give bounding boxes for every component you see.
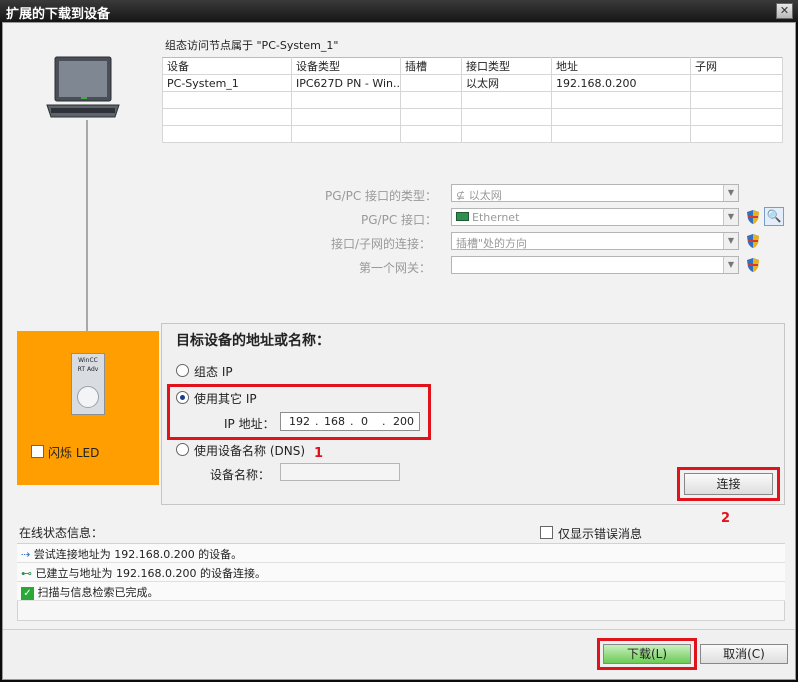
network-connected-icon: ⊷ bbox=[21, 567, 32, 580]
window-title: 扩展的下载到设备 bbox=[6, 7, 111, 22]
device-name-input[interactable] bbox=[280, 463, 400, 481]
download-button[interactable]: 下载(L) bbox=[603, 644, 691, 664]
target-device-panel: WinCC RT Adv 闪烁 LED bbox=[17, 331, 159, 485]
flash-led-label: 闪烁 LED bbox=[48, 446, 100, 460]
ethernet-port-icon: ⊈ bbox=[456, 189, 469, 202]
table-cell: 192.168.0.200 bbox=[551, 74, 691, 92]
config-ip-label: 组态 IP bbox=[194, 365, 233, 379]
dns-label: 使用设备名称 (DNS) bbox=[194, 444, 306, 458]
shield-icon[interactable] bbox=[745, 257, 761, 273]
list-item[interactable]: ✓ 扫描与信息检索已完成。 bbox=[17, 582, 785, 601]
dns-radio[interactable] bbox=[176, 443, 189, 456]
annotation-number-1: 1 bbox=[314, 446, 324, 461]
chevron-down-icon: ▼ bbox=[723, 257, 738, 273]
window-titlebar: 扩展的下载到设备 bbox=[0, 0, 798, 22]
chevron-down-icon: ▼ bbox=[723, 209, 738, 225]
col-header: 设备类型 bbox=[291, 57, 401, 75]
connection-line bbox=[86, 120, 88, 350]
col-header: 插槽 bbox=[400, 57, 462, 75]
table-cell bbox=[400, 74, 462, 92]
connect-button[interactable]: 连接 bbox=[684, 473, 773, 495]
col-header: 设备 bbox=[162, 57, 292, 75]
table-cell: PC-System_1 bbox=[162, 74, 292, 92]
table-cell: 以太网 bbox=[461, 74, 552, 92]
interface-type-label: PG/PC 接口的类型： bbox=[325, 189, 438, 203]
dialog-client-area: 组态访问节点属于 "PC-System_1" 设备 设备类型 插槽 接口类型 地… bbox=[2, 22, 796, 680]
chevron-down-icon: ▼ bbox=[723, 233, 738, 249]
flash-led-checkbox[interactable] bbox=[31, 445, 44, 458]
online-status-label: 在线状态信息： bbox=[19, 526, 104, 540]
col-header: 接口类型 bbox=[461, 57, 552, 75]
col-header: 子网 bbox=[690, 57, 783, 75]
cancel-button[interactable]: 取消(C) bbox=[700, 644, 788, 664]
gateway-select[interactable]: ▼ bbox=[451, 256, 739, 274]
shield-icon[interactable] bbox=[745, 209, 761, 225]
close-button[interactable]: ✕ bbox=[776, 3, 793, 19]
network-card-icon bbox=[456, 212, 469, 221]
config-access-label: 组态访问节点属于 "PC-System_1" bbox=[165, 39, 339, 52]
target-heading: 目标设备的地址或名称： bbox=[176, 333, 330, 349]
table-row-empty bbox=[162, 91, 783, 109]
table-row[interactable]: PC-System_1 IPC627D PN - Win... 以太网 192.… bbox=[162, 74, 783, 92]
target-address-panel: 目标设备的地址或名称： 组态 IP 使用其它 IP IP 地址： 192 . 1… bbox=[161, 323, 785, 505]
pc-laptop-icon bbox=[46, 56, 120, 118]
device-name-label: 设备名称： bbox=[210, 468, 271, 482]
interface-label: PG/PC 接口： bbox=[361, 213, 438, 227]
access-node-table: 设备 设备类型 插槽 接口类型 地址 子网 PC-System_1 IPC627… bbox=[162, 57, 783, 143]
config-ip-radio[interactable] bbox=[176, 364, 189, 377]
errors-only-label: 仅显示错误消息 bbox=[558, 527, 643, 541]
table-cell: IPC627D PN - Win... bbox=[291, 74, 401, 92]
device-label-line1: WinCC bbox=[78, 357, 98, 364]
table-row-empty bbox=[162, 108, 783, 126]
annotation-number-2: 2 bbox=[721, 511, 731, 526]
checkmark-icon: ✓ bbox=[21, 587, 34, 600]
errors-only-checkbox[interactable] bbox=[540, 526, 553, 539]
chevron-down-icon: ▼ bbox=[723, 185, 738, 201]
col-header: 地址 bbox=[551, 57, 691, 75]
hmi-device-icon: WinCC RT Adv bbox=[71, 353, 105, 415]
table-row-empty bbox=[162, 125, 783, 143]
gateway-label: 第一个网关： bbox=[359, 261, 432, 275]
interface-select[interactable]: Ethernet ▼ bbox=[451, 208, 739, 226]
device-label-line2: RT Adv bbox=[77, 366, 99, 373]
subnet-connection-select[interactable]: 插槽"处的方向 ▼ bbox=[451, 232, 739, 250]
table-cell bbox=[690, 74, 783, 92]
highlight-box-1 bbox=[167, 384, 431, 440]
diagnostics-search-icon[interactable]: 🔍 bbox=[764, 207, 784, 226]
list-item[interactable]: ⊷ 已建立与地址为 192.168.0.200 的设备连接。 bbox=[17, 563, 785, 582]
list-item[interactable]: ⇢ 尝试连接地址为 192.168.0.200 的设备。 bbox=[17, 544, 785, 563]
subnet-connection-label: 接口/子网的连接： bbox=[331, 237, 432, 251]
shield-icon[interactable] bbox=[745, 233, 761, 249]
table-header-row: 设备 设备类型 插槽 接口类型 地址 子网 bbox=[162, 57, 783, 75]
connecting-icon: ⇢ bbox=[21, 548, 31, 561]
interface-type-select[interactable]: ⊈ 以太网 ▼ bbox=[451, 184, 739, 202]
